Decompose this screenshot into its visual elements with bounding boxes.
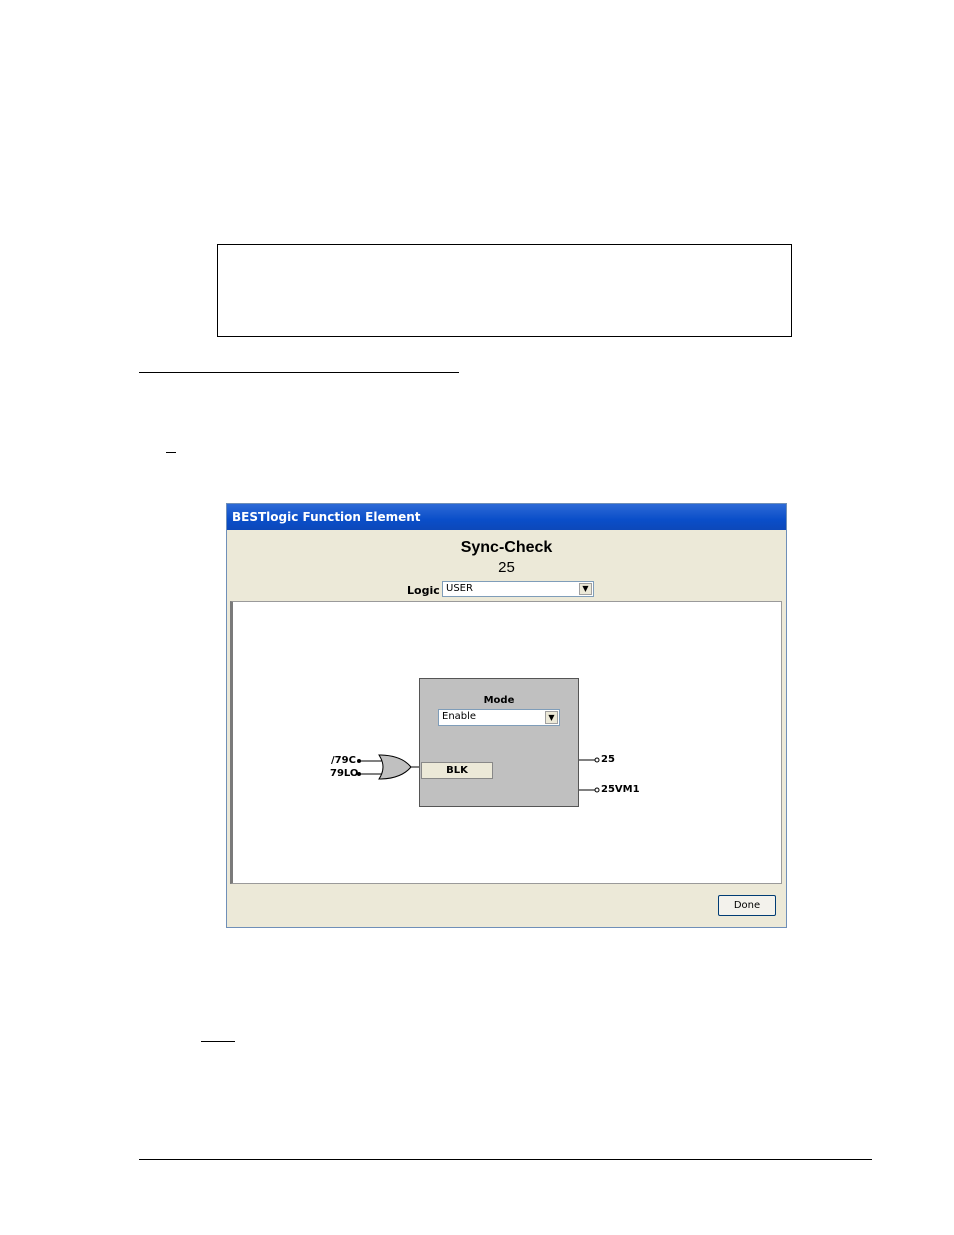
input-label-79lo: 79LO	[330, 768, 359, 779]
mode-select-value: Enable	[442, 711, 477, 722]
bestlogic-dialog: BESTlogic Function Element Sync-Check 25…	[226, 503, 787, 928]
section-underline	[139, 372, 459, 373]
window-titlebar: BESTlogic Function Element	[227, 504, 786, 530]
blk-input-button[interactable]: BLK	[421, 762, 493, 779]
note-underline	[201, 1041, 235, 1042]
note-box	[217, 244, 792, 337]
step-underline	[166, 452, 176, 453]
output-label-25vm1: 25VM1	[601, 784, 640, 795]
logic-select[interactable]: USER ▼	[442, 581, 594, 597]
function-block: Mode Enable ▼ BLK	[419, 678, 579, 807]
chevron-down-icon[interactable]: ▼	[579, 583, 592, 595]
logic-select-value: USER	[446, 583, 473, 594]
function-name: Sync-Check	[460, 539, 553, 556]
done-button[interactable]: Done	[718, 895, 776, 916]
footer-rule	[139, 1159, 872, 1160]
output-label-25: 25	[601, 754, 615, 765]
function-number: 25	[498, 559, 515, 576]
or-gate-icon	[378, 754, 412, 780]
mode-select[interactable]: Enable ▼	[438, 709, 560, 726]
input-label-79c: /79C	[331, 755, 356, 766]
chevron-down-icon[interactable]: ▼	[545, 711, 558, 724]
logic-canvas: /79C 79LO Mode Enable ▼ BLK 25 25VM1	[230, 601, 782, 884]
mode-label: Mode	[483, 695, 515, 706]
logic-label: Logic	[407, 584, 440, 597]
